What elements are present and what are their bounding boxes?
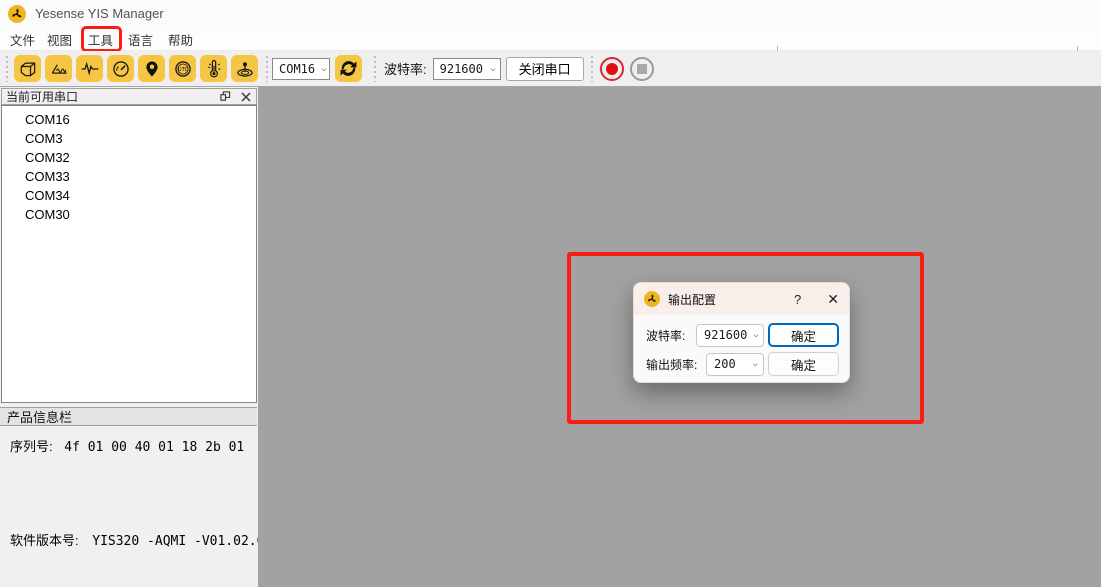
- menu-view[interactable]: 视图: [47, 30, 72, 49]
- firmware-version-row: 软件版本号: YIS320 -AQMI -V01.02.03;: [10, 530, 280, 549]
- thermometer-icon[interactable]: [200, 55, 227, 82]
- port-list-item[interactable]: COM34: [2, 186, 256, 205]
- angle-wave-icon[interactable]: [45, 55, 72, 82]
- port-list-item[interactable]: COM32: [2, 148, 256, 167]
- menu-bar: 文件 视图 工具 语言 帮助: [0, 27, 1101, 51]
- dialog-output-rate-select[interactable]: 200 ⌵: [706, 353, 764, 376]
- yesense-logo-icon: [8, 5, 26, 23]
- baud-select[interactable]: 921600 ⌵: [433, 58, 501, 80]
- toolbar-drag-handle[interactable]: [5, 56, 8, 82]
- chevron-down-icon: ⌵: [747, 359, 758, 369]
- gauge-icon[interactable]: [107, 55, 134, 82]
- baud-confirm-button[interactable]: 确定: [768, 323, 839, 347]
- output-rate-row: 输出频率: 200 ⌵ 确定: [634, 352, 849, 376]
- svg-text:UTC: UTC: [178, 67, 188, 73]
- output-rate-confirm-button[interactable]: 确定: [768, 352, 839, 376]
- menu-file[interactable]: 文件: [10, 30, 35, 49]
- dialog-title: 输出配置: [668, 291, 716, 308]
- yesense-logo-icon: [644, 291, 660, 307]
- title-bar: Yesense YIS Manager: [0, 0, 1101, 27]
- dialog-help-button[interactable]: ?: [794, 292, 801, 307]
- toolbar-drag-handle[interactable]: [265, 56, 268, 82]
- port-list-item[interactable]: COM33: [2, 167, 256, 186]
- product-info-title: 产品信息栏: [7, 407, 72, 426]
- available-ports-list: COM16 COM3 COM32 COM33 COM34 COM30: [1, 105, 257, 403]
- port-list-item[interactable]: COM16: [2, 110, 256, 129]
- toolbar-drag-handle[interactable]: [591, 56, 594, 82]
- refresh-ports-icon[interactable]: [335, 55, 362, 82]
- toolbar-drag-handle[interactable]: [373, 56, 376, 82]
- toolbar: UTC COM16 ⌵: [0, 51, 1101, 87]
- float-panel-icon[interactable]: [218, 90, 232, 104]
- dialog-baud-select[interactable]: 921600 ⌵: [696, 324, 764, 347]
- product-info-header: 产品信息栏: [0, 407, 257, 426]
- menu-language[interactable]: 语言: [128, 30, 153, 49]
- record-icon[interactable]: [600, 57, 624, 81]
- port-select[interactable]: COM16 ⌵: [272, 58, 330, 80]
- window-title: Yesense YIS Manager: [35, 6, 164, 21]
- dialog-output-rate-label: 输出频率:: [646, 356, 697, 373]
- serial-number-value: 4f 01 00 40 01 18 2b 01: [64, 440, 244, 455]
- dialog-baud-label: 波特率:: [646, 327, 685, 344]
- serial-number-row: 序列号: 4f 01 00 40 01 18 2b 01: [10, 436, 244, 455]
- menu-help[interactable]: 帮助: [168, 30, 193, 49]
- app-window: Yesense YIS Manager 文件 视图 工具 语言 帮助: [0, 0, 1101, 587]
- chevron-down-icon: ⌵: [315, 64, 326, 74]
- stop-icon[interactable]: [630, 57, 654, 81]
- dialog-close-icon[interactable]: ✕: [827, 292, 839, 306]
- cube-3d-icon[interactable]: [14, 55, 41, 82]
- close-panel-icon[interactable]: [239, 90, 253, 104]
- waveform-icon[interactable]: [76, 55, 103, 82]
- serial-panel-title: 当前可用串口: [6, 88, 78, 105]
- location-pin-icon[interactable]: [138, 55, 165, 82]
- chevron-down-icon: ⌵: [484, 64, 495, 74]
- baud-rate-row: 波特率: 921600 ⌵ 确定: [634, 323, 849, 347]
- serial-panel-header: 当前可用串口: [1, 88, 257, 105]
- port-list-item[interactable]: COM3: [2, 129, 256, 148]
- firmware-version-label: 软件版本号:: [10, 533, 79, 548]
- firmware-version-value: YIS320 -AQMI -V01.02.03;: [92, 534, 280, 549]
- port-list-item[interactable]: COM30: [2, 205, 256, 224]
- close-port-button[interactable]: 关闭串口: [506, 57, 584, 81]
- serial-number-label: 序列号:: [10, 439, 53, 454]
- chevron-down-icon: ⌵: [747, 330, 758, 340]
- menu-tools[interactable]: 工具: [88, 30, 113, 49]
- baud-rate-label: 波特率:: [384, 59, 427, 78]
- utc-clock-icon[interactable]: UTC: [169, 55, 196, 82]
- output-config-dialog: 输出配置 ? ✕ 波特率: 921600 ⌵ 确定 输出频率: 200 ⌵ 确定: [633, 282, 850, 383]
- left-dock-column: 当前可用串口 COM16 COM3 COM32 COM33 COM34 COM3…: [0, 87, 258, 587]
- pressure-icon[interactable]: [231, 55, 258, 82]
- dialog-title-bar[interactable]: 输出配置 ? ✕: [634, 283, 849, 315]
